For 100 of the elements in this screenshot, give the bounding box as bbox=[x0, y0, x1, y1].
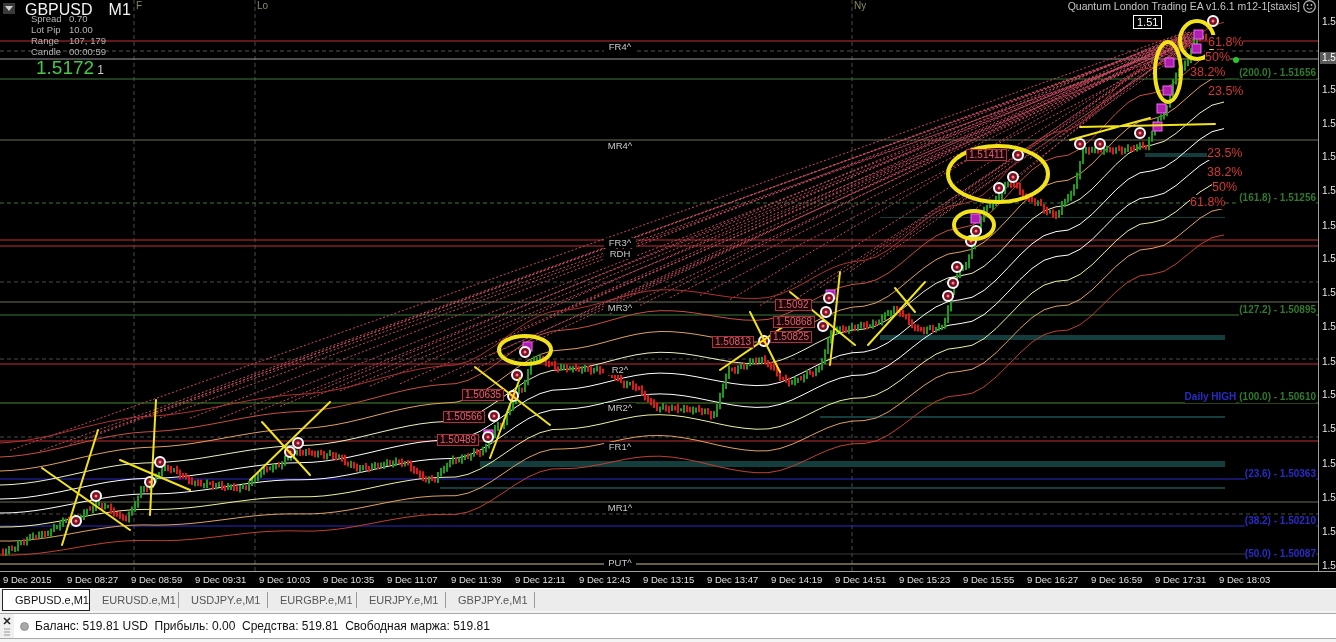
trade-marker-icon bbox=[292, 437, 304, 449]
fib-label: 50% bbox=[1205, 50, 1231, 64]
price-axis-label: 1.5 bbox=[1322, 16, 1336, 28]
square-marker-icon bbox=[1193, 29, 1204, 40]
price-axis-label: 1.5 bbox=[1322, 458, 1336, 470]
price-axis-label: 1.5 bbox=[1322, 84, 1336, 96]
status-dot-icon bbox=[20, 621, 29, 631]
pivot-label: FR4^ bbox=[604, 42, 636, 52]
order-price-label: 1.50813 bbox=[712, 336, 755, 348]
time-label: 9 Dec 14:51 bbox=[835, 574, 887, 585]
trade-marker-icon bbox=[519, 346, 531, 358]
fib-label: 23.5% bbox=[1207, 146, 1243, 160]
trade-marker-icon bbox=[507, 390, 519, 402]
order-price-label: 1.50489 bbox=[437, 434, 480, 446]
bid-pipette: 1 bbox=[97, 63, 104, 77]
square-marker-icon bbox=[1152, 121, 1163, 132]
level-name: Daily HIGH bbox=[1184, 391, 1237, 403]
time-label: 9 Dec 11:07 bbox=[387, 574, 438, 585]
pivot-label: MR2^ bbox=[604, 403, 636, 413]
trade-marker-icon bbox=[947, 277, 959, 289]
order-price-label: 1.51411 bbox=[966, 149, 1008, 161]
time-label: 9 Dec 12:11 bbox=[515, 574, 566, 585]
order-price-label: 1.50635 bbox=[462, 389, 505, 401]
bid-price: 1.5172 bbox=[36, 58, 95, 78]
price-axis-label: 1.5 bbox=[1322, 526, 1336, 538]
grip-icon[interactable] bbox=[4, 628, 10, 637]
order-price-label: 1.50868 bbox=[773, 316, 816, 328]
chart-tab[interactable]: EURUSD.e,M1 bbox=[90, 592, 179, 608]
chart-tab[interactable]: GBPJPY.e,M1 bbox=[446, 592, 535, 608]
trade-marker-icon bbox=[1012, 149, 1024, 161]
time-label: 9 Dec 15:55 bbox=[963, 574, 1015, 585]
price-axis-label: 1.5 bbox=[1322, 151, 1336, 163]
price-axis-label: 1.5 bbox=[1322, 321, 1336, 333]
level-label: (200.0) - 1.51656 bbox=[1239, 67, 1316, 79]
price-axis-label: 1.5 bbox=[1322, 423, 1336, 435]
time-label: 9 Dec 13:15 bbox=[643, 574, 695, 585]
ea-title: Quantum London Trading EA v1.6.1 m12-1[staxis] bbox=[1067, 0, 1300, 13]
level-label: (23.6) - 1.50363 bbox=[1244, 468, 1316, 480]
trade-marker-icon bbox=[1074, 138, 1086, 150]
trade-marker-icon bbox=[951, 261, 963, 273]
square-marker-icon bbox=[1164, 57, 1175, 68]
caret-icon[interactable] bbox=[3, 3, 15, 14]
level-label: (38.2) - 1.50210 bbox=[1244, 515, 1316, 527]
trade-marker-icon bbox=[993, 182, 1005, 194]
square-marker-icon bbox=[970, 213, 981, 224]
info-value: 10.00 bbox=[69, 25, 93, 35]
trade-marker-icon bbox=[90, 490, 102, 502]
account-summary: Баланс: 519.81 USD Прибыль: 0.00 Средства: 519.81 Свободная маржа: 519.81 bbox=[35, 619, 490, 633]
time-label: 9 Dec 10:03 bbox=[259, 574, 311, 585]
price-axis-label: 1.5 bbox=[1322, 356, 1336, 368]
trade-marker-icon bbox=[942, 290, 954, 302]
trade-marker-icon bbox=[1094, 138, 1106, 150]
level-label: (161.8) - 1.51256 bbox=[1239, 192, 1316, 204]
order-price-label: 1.50825 bbox=[770, 331, 813, 343]
current-price-label: 1.5 bbox=[1320, 52, 1336, 64]
info-value: 0.70 bbox=[69, 14, 88, 24]
pivot-label: FR3^ bbox=[604, 238, 636, 248]
chart-tab[interactable]: GBPUSD.e,M1 bbox=[2, 589, 90, 611]
pivot-label: MR3^ bbox=[604, 303, 636, 313]
info-value: 107, 179 bbox=[69, 36, 106, 46]
trade-marker-icon bbox=[1007, 171, 1019, 183]
fib-label: 61.8% bbox=[1190, 195, 1226, 209]
trade-marker-icon bbox=[1134, 127, 1146, 139]
price-axis-label: 1.5 bbox=[1322, 389, 1336, 401]
trade-marker-icon bbox=[511, 369, 523, 381]
level-label: (100.0) - 1.50610 bbox=[1239, 391, 1316, 403]
time-label: 9 Dec 09:31 bbox=[195, 574, 247, 585]
price-axis-label: 1.5 bbox=[1322, 287, 1336, 299]
time-label: 9 Dec 13:47 bbox=[707, 574, 759, 585]
pivot-label: PUT^ bbox=[604, 558, 636, 568]
order-price-label: 1.5092 bbox=[775, 299, 812, 311]
time-label: 9 Dec 16:59 bbox=[1091, 574, 1143, 585]
chart-tab[interactable]: EURGBP.e,M1 bbox=[268, 592, 357, 608]
trade-marker-icon bbox=[70, 515, 82, 527]
price-axis-label: 1.5 bbox=[1322, 560, 1336, 572]
time-label: 9 Dec 15:23 bbox=[899, 574, 951, 585]
session-label: Ny bbox=[854, 0, 867, 11]
time-label: 9 Dec 08:59 bbox=[131, 574, 183, 585]
level-label: (127.2) - 1.50895 bbox=[1239, 304, 1316, 316]
square-marker-icon bbox=[1191, 43, 1202, 54]
price-dot-icon bbox=[1233, 57, 1239, 63]
pivot-label: RDH bbox=[604, 249, 636, 259]
time-label: 9 Dec 2015 bbox=[3, 574, 52, 585]
time-label: 9 Dec 18:03 bbox=[1219, 574, 1271, 585]
time-label: 9 Dec 16:27 bbox=[1027, 574, 1079, 585]
time-label: 9 Dec 08:27 bbox=[67, 574, 119, 585]
square-marker-icon bbox=[1156, 103, 1167, 114]
chart-tab[interactable]: EURJPY.e,M1 bbox=[357, 592, 446, 608]
session-label: F bbox=[136, 0, 143, 11]
close-icon[interactable] bbox=[3, 617, 11, 625]
chart-tab[interactable]: USDJPY.e,M1 bbox=[179, 592, 268, 608]
info-label: Candle bbox=[31, 47, 62, 57]
time-label: 9 Dec 10:35 bbox=[323, 574, 375, 585]
info-label: Lot Pip bbox=[31, 25, 61, 35]
trade-marker-icon bbox=[488, 410, 500, 422]
timeframe-label: M1 bbox=[108, 1, 131, 18]
price-axis-label: 1.5 bbox=[1322, 492, 1336, 504]
session-label: Lo bbox=[257, 0, 269, 11]
level-label: (50.0) - 1.50087 bbox=[1244, 548, 1316, 560]
price-tag: 1.51 bbox=[1133, 15, 1163, 29]
